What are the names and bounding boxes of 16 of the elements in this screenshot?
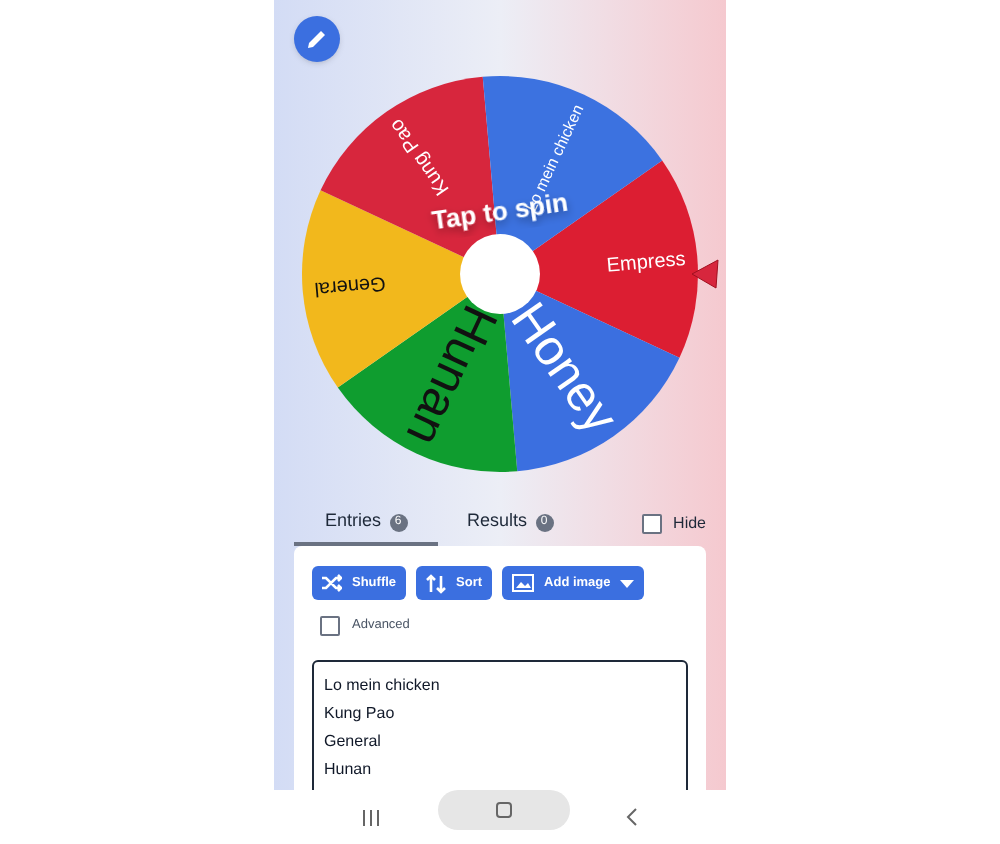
checkbox[interactable] xyxy=(320,616,340,636)
checkbox[interactable] xyxy=(641,514,662,534)
sort-icon xyxy=(426,573,447,593)
slice-label: General xyxy=(313,271,387,300)
shuffle-icon xyxy=(322,574,342,592)
pointer-icon xyxy=(691,259,719,289)
hide-label: Hide xyxy=(673,512,706,536)
back-icon[interactable] xyxy=(626,808,638,826)
recent-apps-icon[interactable] xyxy=(362,809,380,825)
square-icon xyxy=(495,801,511,817)
image-icon xyxy=(512,574,535,592)
pencil-icon xyxy=(306,28,328,50)
entries-field[interactable]: Lo mein chicken Kung Pao General Hunan xyxy=(312,660,688,790)
caret-icon xyxy=(620,579,635,587)
edit-button[interactable] xyxy=(294,16,340,62)
slice-label: Empress xyxy=(605,248,687,278)
